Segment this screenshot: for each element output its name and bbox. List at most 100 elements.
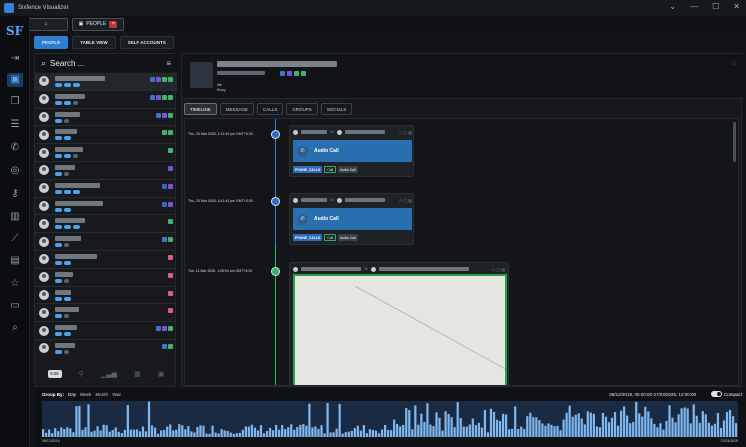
- list-item[interactable]: [35, 126, 177, 145]
- tab-groups[interactable]: GROUPS: [286, 103, 318, 115]
- search-input[interactable]: Search ...: [50, 59, 84, 68]
- audio-call-box[interactable]: ✆ Audio Call: [293, 140, 412, 162]
- list-item[interactable]: [35, 144, 177, 162]
- profile-photo: [190, 62, 213, 88]
- collapse-icon[interactable]: ⌄: [669, 2, 676, 11]
- filter-icon[interactable]: ≡: [166, 59, 171, 68]
- list-item[interactable]: [35, 180, 177, 198]
- group-by-week[interactable]: Week: [80, 392, 91, 397]
- tab-table-view[interactable]: TABLE VIEW: [72, 36, 116, 49]
- histogram-bar: [632, 421, 635, 437]
- redacted-name: [344, 130, 385, 134]
- histogram-bar: [480, 427, 484, 437]
- close-icon[interactable]: ✕: [733, 2, 740, 11]
- top-nav: ⌂ ▣ PEOPLE ×: [24, 16, 124, 32]
- list-item[interactable]: [35, 251, 177, 269]
- tab-calls[interactable]: CALLS: [257, 103, 284, 115]
- message-icon[interactable]: ☰: [7, 118, 23, 132]
- source-badges: [162, 130, 173, 136]
- tab-message[interactable]: MESSAGE: [219, 103, 255, 115]
- tab-people[interactable]: PEOPLE: [34, 36, 69, 49]
- status-text: Busy: [217, 87, 226, 92]
- close-tab-icon[interactable]: ×: [109, 20, 118, 28]
- list-item[interactable]: [35, 269, 177, 287]
- list-item[interactable]: [35, 91, 177, 109]
- histogram-bar: [653, 423, 656, 437]
- group-by-year[interactable]: Year: [112, 392, 121, 397]
- list-item[interactable]: [35, 73, 177, 91]
- minimize-icon[interactable]: —: [690, 2, 698, 11]
- search-icon[interactable]: ⌕: [7, 321, 23, 335]
- group-by-month[interactable]: Month: [95, 392, 108, 397]
- window-controls: ⌄ — ☐ ✕: [669, 2, 740, 11]
- people-nav-tab[interactable]: ▣ PEOPLE ×: [72, 17, 124, 31]
- activity-histogram[interactable]: [42, 401, 738, 437]
- list-item[interactable]: [35, 162, 177, 180]
- histogram-bar: [75, 406, 78, 437]
- histogram-bar: [671, 417, 674, 437]
- phone-icon[interactable]: ✆: [7, 141, 23, 155]
- event-card[interactable]: To ☆ ▢ ▤ ✆ Audio Call PHONE_CALLS Call A…: [289, 125, 414, 177]
- histogram-bar: [520, 426, 523, 437]
- list-item[interactable]: [35, 304, 177, 323]
- login-icon[interactable]: ⇥: [7, 52, 23, 66]
- call-title: Audio Call: [314, 148, 339, 154]
- event-card[interactable]: To ☆ ▢ ▤ ✆ Audio Call PHONE_CALLS Call A…: [289, 193, 414, 245]
- histogram-bar: [93, 430, 96, 437]
- search-bar[interactable]: ⌕ Search ... ≡: [35, 54, 177, 72]
- histogram-bar: [538, 420, 541, 437]
- toggle-switch[interactable]: [710, 391, 722, 397]
- title-bar: Sixfence Visualizer ⌄ — ☐ ✕: [0, 0, 746, 16]
- event-tools[interactable]: ☆ ▢ ▤: [399, 198, 412, 203]
- histogram-bar: [695, 415, 698, 437]
- favorite-star-icon[interactable]: ☆: [731, 59, 737, 67]
- tab-self-accounts[interactable]: SELF ACCOUNTS: [119, 36, 174, 49]
- contact-chips: [55, 171, 69, 176]
- list-item[interactable]: [35, 215, 177, 234]
- image-attachment[interactable]: [293, 274, 507, 385]
- avatar: [39, 272, 49, 283]
- chart-icon[interactable]: ⟋: [7, 232, 23, 246]
- redacted-name: [55, 76, 105, 81]
- people-icon[interactable]: ▣: [7, 73, 23, 87]
- globe-icon[interactable]: ◎: [7, 164, 23, 178]
- person-filter-icon[interactable]: ⚲: [79, 370, 84, 378]
- event-tools[interactable]: ☆ ▢ ▤: [492, 267, 505, 272]
- export-icon[interactable]: ▣: [158, 370, 165, 378]
- histogram-bar: [408, 410, 411, 437]
- histogram-bar: [169, 424, 172, 437]
- histogram-bar: [302, 424, 305, 437]
- group-by-day[interactable]: Day: [68, 392, 76, 397]
- files-icon[interactable]: ❐: [7, 95, 23, 109]
- map-icon[interactable]: ▥: [7, 210, 23, 224]
- histogram-bar: [141, 426, 145, 437]
- histogram-bar: [311, 427, 314, 437]
- list-item[interactable]: [35, 109, 177, 127]
- histogram-bar: [199, 425, 202, 437]
- bar-chart-icon[interactable]: ▁▃▅: [101, 370, 117, 378]
- window-icon[interactable]: ▭: [7, 299, 23, 313]
- tab-socials[interactable]: SOCIALS: [320, 103, 353, 115]
- maximize-icon[interactable]: ☐: [712, 2, 719, 11]
- list-item[interactable]: [35, 198, 177, 216]
- event-card[interactable]: To ☆ ▢ ▤: [289, 262, 509, 385]
- audio-call-box[interactable]: ✆ Audio Call: [293, 208, 412, 230]
- event-tools[interactable]: ☆ ▢ ▤: [399, 130, 412, 135]
- histogram-bar: [156, 433, 160, 437]
- list-item[interactable]: [35, 322, 177, 340]
- histogram-bar: [589, 412, 592, 437]
- doc-icon[interactable]: ▤: [7, 254, 23, 268]
- scrollbar[interactable]: [733, 122, 736, 162]
- key-icon[interactable]: ⚷: [7, 187, 23, 201]
- tab-timeline[interactable]: TIMELINE: [184, 103, 217, 115]
- histogram-bar: [574, 414, 577, 437]
- grid-icon[interactable]: ▦: [134, 370, 141, 378]
- home-button[interactable]: ⌂: [24, 17, 68, 31]
- compact-toggle[interactable]: Compact: [710, 391, 742, 397]
- list-item[interactable]: [35, 287, 177, 305]
- histogram-bar: [238, 432, 241, 437]
- star-icon[interactable]: ☆: [7, 277, 23, 291]
- list-item[interactable]: [35, 233, 177, 251]
- list-item[interactable]: [35, 340, 177, 356]
- histogram-bar: [123, 429, 126, 437]
